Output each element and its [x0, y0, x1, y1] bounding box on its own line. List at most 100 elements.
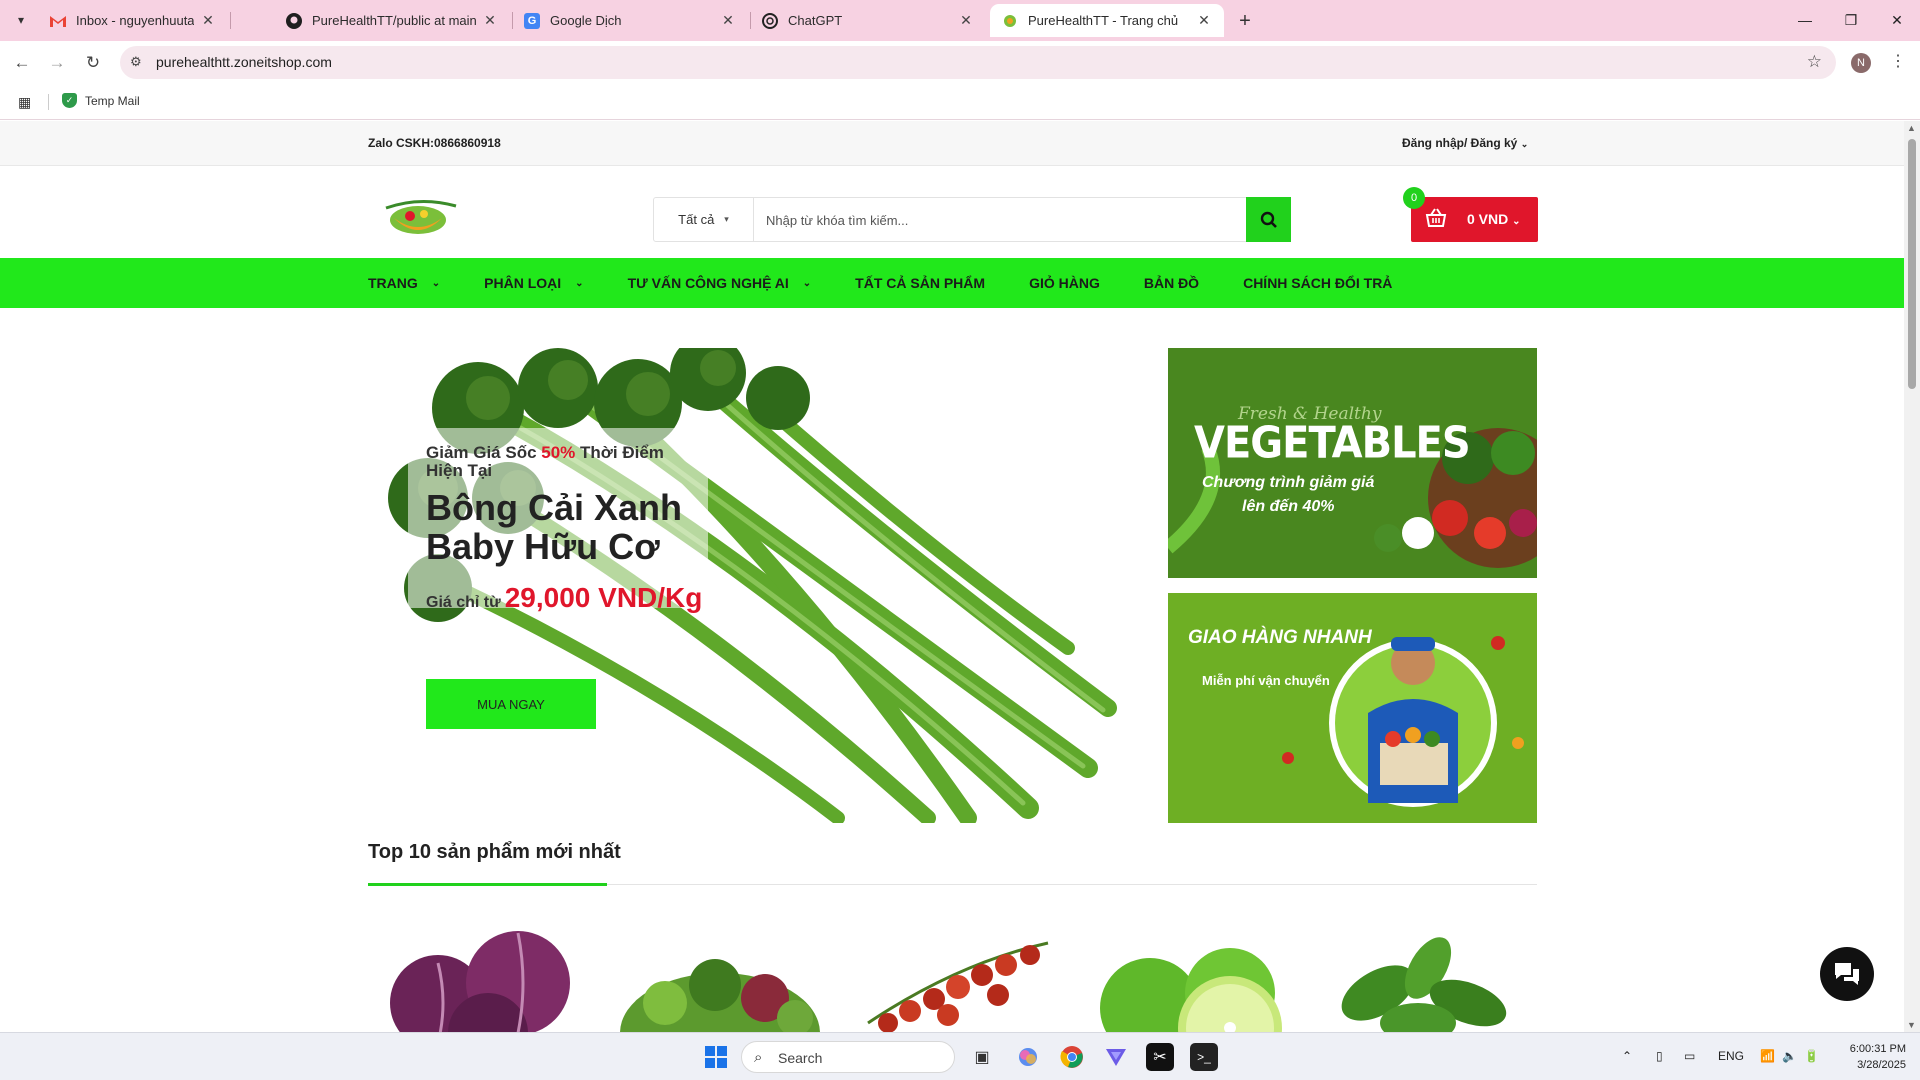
tab-list-button[interactable]: ▾ [8, 8, 34, 32]
chevron-down-icon: ▾ [724, 214, 729, 224]
language-indicator[interactable]: ENG [1718, 1049, 1744, 1063]
chrome-icon[interactable] [1058, 1043, 1086, 1071]
site-header: Tất cả▾ 0 0 VND ⌄ [0, 166, 1904, 258]
browser-tab[interactable]: PureHealthTT/public at main · n ✕ [274, 4, 510, 37]
task-view-icon[interactable]: ▣ [968, 1043, 996, 1071]
limes-image [1100, 948, 1282, 1032]
bookmark-star-icon[interactable]: ☆ [1807, 52, 1822, 72]
nav-item-trang[interactable]: TRANG ⌄ [368, 275, 440, 291]
battery-icon[interactable]: 🔋 [1804, 1049, 1819, 1063]
main-navigation: TRANG ⌄ PHÂN LOẠI ⌄ TƯ VẤN CÔNG NGHỆ AI ⌄ T… [0, 258, 1904, 308]
taskbar-search[interactable]: ⌕ Search [741, 1041, 955, 1073]
banner-fast-delivery[interactable]: GIAO HÀNG NHANH Miễn phí vận chuyển [1168, 593, 1537, 823]
capcut-icon[interactable]: ✂ [1146, 1043, 1174, 1071]
chevron-down-icon: ⌄ [431, 277, 441, 289]
cherry-tomatoes-image [867, 941, 1049, 1032]
copilot-icon[interactable] [1014, 1043, 1042, 1071]
cart-button[interactable]: 0 0 VND ⌄ [1403, 187, 1538, 242]
forward-button[interactable]: → [43, 49, 71, 77]
top-info-bar: Zalo CSKH:0866860918 Đăng nhập/ Đăng ký … [0, 121, 1904, 166]
apps-grid-icon[interactable]: ▦ [18, 94, 31, 111]
search-icon [1260, 211, 1277, 228]
windows-taskbar: ⌕ Search ▣ ✂ >_ ⌃ ▯ ▭ ENG 📶 🔈 🔋 6:00:31 … [0, 1032, 1920, 1080]
page-viewport: Zalo CSKH:0866860918 Đăng nhập/ Đăng ký … [0, 121, 1904, 1032]
basil-image [1341, 937, 1507, 1032]
cart-total: 0 VND ⌄ [1467, 211, 1521, 227]
hero-slide: Giảm Giá Sốc 50% Thời Điểm Hiện Tại Bông… [368, 348, 1128, 823]
volume-icon[interactable]: 🔈 [1782, 1049, 1797, 1063]
clock[interactable]: 6:00:31 PM 3/28/2025 [1836, 1041, 1906, 1073]
search-input[interactable] [766, 209, 1246, 231]
minimize-button[interactable]: — [1782, 6, 1828, 34]
close-icon[interactable]: ✕ [482, 12, 498, 29]
site-info-icon[interactable]: ⚙ [130, 54, 142, 70]
login-register-link[interactable]: Đăng nhập/ Đăng ký ⌄ [1402, 136, 1528, 150]
usb-icon[interactable]: ▯ [1656, 1049, 1663, 1063]
address-bar[interactable]: ⚙ purehealthtt.zoneitshop.com ☆ [120, 46, 1836, 79]
page-scrollbar[interactable]: ▲ ▼ [1904, 121, 1920, 1032]
buy-now-button[interactable]: MUA NGAY [426, 679, 596, 729]
search-icon: ⌕ [754, 1049, 763, 1066]
banner-title: GIAO HÀNG NHANH [1188, 627, 1372, 648]
product-card[interactable] [378, 923, 588, 1032]
browser-tab[interactable]: G Google Dịch ✕ [512, 4, 748, 37]
google-translate-icon: G [524, 12, 540, 29]
shield-check-icon: ✓ [62, 93, 77, 108]
browser-tab-active[interactable]: PureHealthTT - Trang chủ ✕ [990, 4, 1224, 37]
hero-promo-tag: Giảm Giá Sốc 50% Thời Điểm Hiện Tại [426, 443, 664, 480]
chevron-up-icon[interactable]: ⌃ [1622, 1049, 1632, 1063]
browser-menu-icon[interactable]: ⋮ [1890, 51, 1906, 71]
product-card[interactable] [1318, 923, 1528, 1032]
display-icon[interactable]: ▭ [1684, 1049, 1695, 1063]
bookmarks-bar: ▦ ✓ Temp Mail [0, 84, 1920, 120]
chat-bubble-button[interactable] [1820, 947, 1874, 1001]
category-select[interactable]: Tất cả ▾ [654, 198, 754, 241]
browser-tab[interactable]: ChatGPT ✕ [750, 4, 986, 37]
nav-item-tu-van-ai[interactable]: TƯ VẤN CÔNG NGHỆ AI ⌄ [628, 275, 812, 291]
section-title: Top 10 sản phẩm mới nhất [368, 841, 621, 863]
cart-count-badge: 0 [1403, 187, 1425, 209]
search-bar: Tất cả ▾ [653, 197, 1291, 242]
banner-title: VEGETABLES [1194, 417, 1471, 469]
back-button[interactable]: ← [8, 49, 36, 77]
product-card[interactable] [858, 923, 1068, 1032]
banner-vegetables-sale[interactable]: Fresh & Healthy VEGETABLES Chương trình … [1168, 348, 1537, 578]
url-text[interactable]: purehealthtt.zoneitshop.com [156, 54, 332, 70]
product-card[interactable] [615, 923, 825, 1032]
browser-tab[interactable]: Inbox - nguyenhuutai.reseter@ ✕ [38, 4, 228, 37]
scrollbar-thumb[interactable] [1908, 139, 1916, 389]
vpn-app-icon[interactable] [1102, 1043, 1130, 1071]
terminal-icon[interactable]: >_ [1190, 1043, 1218, 1071]
chevron-down-icon: ⌄ [1520, 139, 1529, 149]
reload-button[interactable]: ↻ [79, 49, 107, 77]
nav-item-ban-do[interactable]: BẢN ĐỒ [1144, 275, 1199, 291]
close-icon[interactable]: ✕ [200, 12, 216, 29]
site-favicon-icon [1002, 13, 1018, 29]
chevron-down-icon: ⌄ [802, 277, 812, 289]
mixed-salad-greens-image [620, 959, 820, 1032]
close-icon[interactable]: ✕ [720, 12, 736, 29]
chatgpt-icon [762, 12, 778, 29]
chevron-down-icon: ⌄ [575, 277, 584, 289]
windows-start-icon[interactable] [702, 1043, 730, 1071]
gmail-icon [50, 13, 66, 29]
close-icon[interactable]: ✕ [1196, 12, 1212, 29]
banner-line2: lên đến 40% [1242, 498, 1335, 515]
banner-subtitle: Miễn phí vận chuyển [1202, 673, 1330, 688]
product-card[interactable] [1090, 923, 1300, 1032]
profile-avatar[interactable]: N [1851, 53, 1871, 73]
close-window-button[interactable]: ✕ [1874, 6, 1920, 34]
bookmark-temp-mail[interactable]: ✓ Temp Mail [62, 93, 140, 108]
search-button[interactable] [1246, 197, 1291, 242]
nav-item-phan-loai[interactable]: PHÂN LOẠI ⌄ [484, 275, 583, 291]
hotline-text: Zalo CSKH:0866860918 [368, 136, 501, 150]
nav-item-tat-ca-san-pham[interactable]: TẤT CẢ SẢN PHẨM [855, 275, 985, 291]
shopping-basket-icon [1425, 208, 1447, 234]
close-icon[interactable]: ✕ [958, 12, 974, 29]
wifi-icon[interactable]: 📶 [1760, 1049, 1775, 1063]
restore-button[interactable]: ❐ [1828, 6, 1874, 34]
nav-item-gio-hang[interactable]: GIỎ HÀNG [1029, 275, 1100, 291]
new-tab-button[interactable]: + [1232, 8, 1258, 34]
site-logo[interactable] [380, 196, 460, 238]
nav-item-chinh-sach-doi-tra[interactable]: CHÍNH SÁCH ĐỔI TRẢ [1243, 275, 1392, 291]
